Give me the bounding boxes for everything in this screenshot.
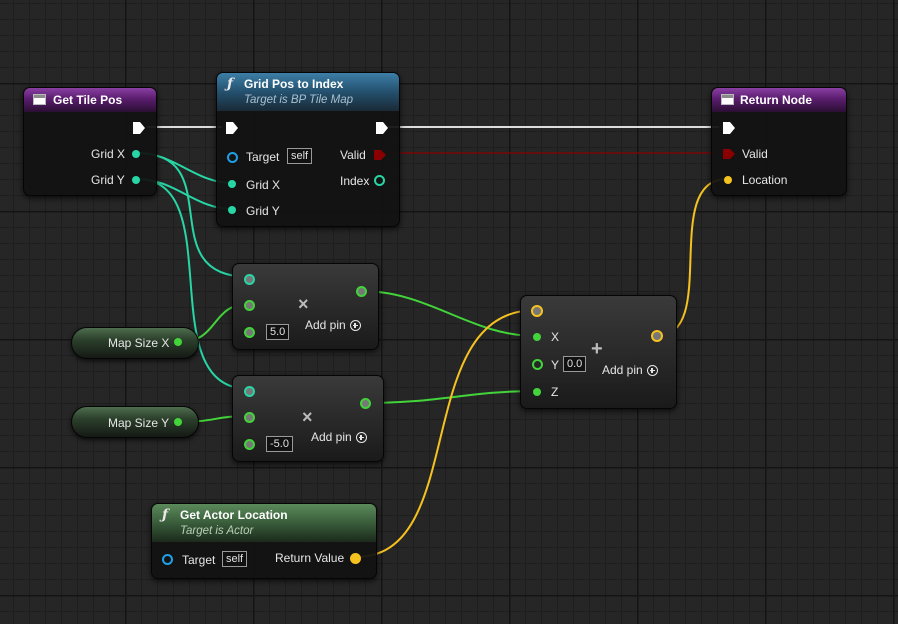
make-vector-z-input-pin[interactable] bbox=[533, 388, 541, 396]
add-pin-icon bbox=[355, 432, 367, 443]
grid-pos-to-index-node[interactable]: ƒ Grid Pos to Index Target is BP Tile Ma… bbox=[216, 72, 400, 227]
index-output-label: Index bbox=[340, 174, 370, 188]
index-output-pin[interactable] bbox=[374, 175, 385, 186]
make-vector-z-label: Z bbox=[551, 385, 559, 399]
return-value-output-pin[interactable] bbox=[350, 553, 361, 564]
return-value-label: Return Value bbox=[275, 551, 345, 565]
multiply-1-input-a-pin[interactable] bbox=[244, 274, 255, 285]
target-input-pin[interactable] bbox=[162, 554, 173, 565]
map-size-x-label: Map Size X bbox=[108, 336, 170, 350]
exec-out-pin-icon[interactable] bbox=[132, 121, 146, 135]
location-input-pin[interactable] bbox=[724, 176, 732, 184]
multiply-1-input-b-pin[interactable] bbox=[244, 300, 255, 311]
valid-input-label: Valid bbox=[742, 147, 768, 161]
function-return-icon bbox=[721, 94, 734, 105]
return-node-header[interactable]: Return Node bbox=[712, 88, 846, 112]
map-size-y-label: Map Size Y bbox=[108, 416, 170, 430]
grid-pos-to-index-header[interactable]: ƒ Grid Pos to Index Target is BP Tile Ma… bbox=[217, 73, 399, 111]
function-icon: ƒ bbox=[227, 76, 234, 92]
make-vector-x-label: X bbox=[551, 330, 560, 344]
map-size-x-node[interactable]: Map Size X bbox=[71, 327, 199, 359]
make-vector-y-default-box[interactable]: 0.0 bbox=[563, 356, 587, 372]
target-input-pin[interactable] bbox=[227, 152, 238, 163]
exec-out-pin-icon[interactable] bbox=[375, 121, 389, 135]
add-pin-icon bbox=[349, 320, 361, 331]
get-actor-location-node[interactable]: ƒ Get Actor Location Target is Actor Tar… bbox=[151, 503, 377, 579]
multiply-1-add-pin[interactable]: Add pin bbox=[305, 318, 361, 332]
make-vector-y-input-pin[interactable] bbox=[532, 359, 543, 370]
add-icon: + bbox=[591, 338, 603, 360]
multiply-2-output-pin[interactable] bbox=[360, 398, 371, 409]
add-pin-label: Add pin bbox=[305, 318, 346, 332]
multiply-icon: × bbox=[302, 407, 313, 427]
add-pin-label: Add pin bbox=[311, 430, 352, 444]
multiply-1-input-c-pin[interactable] bbox=[244, 327, 255, 338]
make-vector-input-vector-pin[interactable] bbox=[531, 305, 543, 317]
target-input-label: Target bbox=[182, 553, 216, 567]
add-pin-label: Add pin bbox=[602, 363, 643, 377]
multiply-2-input-c-pin[interactable] bbox=[244, 439, 255, 450]
get-tile-pos-header[interactable]: Get Tile Pos bbox=[24, 88, 156, 112]
multiply-2-default-box[interactable]: -5.0 bbox=[266, 436, 293, 452]
grid-x-output-pin[interactable] bbox=[132, 150, 140, 158]
valid-output-label: Valid bbox=[340, 148, 366, 162]
make-vector-output-pin[interactable] bbox=[651, 330, 663, 342]
make-vector-add-pin[interactable]: Add pin bbox=[602, 363, 658, 377]
get-actor-location-header[interactable]: ƒ Get Actor Location Target is Actor bbox=[152, 504, 376, 542]
valid-input-pin[interactable] bbox=[722, 148, 736, 160]
grid-y-output-label: Grid Y bbox=[91, 173, 125, 187]
function-entry-icon bbox=[33, 94, 46, 105]
grid-y-output-pin[interactable] bbox=[132, 176, 140, 184]
location-input-label: Location bbox=[742, 173, 788, 187]
map-size-x-output-pin[interactable] bbox=[174, 338, 182, 346]
grid-pos-to-index-title: Grid Pos to Index bbox=[244, 77, 344, 91]
exec-in-pin-icon[interactable] bbox=[722, 121, 736, 135]
get-actor-location-subtitle: Target is Actor bbox=[180, 525, 254, 537]
get-actor-location-title: Get Actor Location bbox=[180, 508, 288, 522]
exec-in-pin-icon[interactable] bbox=[225, 121, 239, 135]
grid-y-input-pin[interactable] bbox=[228, 206, 236, 214]
valid-output-pin[interactable] bbox=[373, 149, 387, 161]
target-self-box[interactable]: self bbox=[287, 148, 313, 164]
multiply-2-input-a-pin[interactable] bbox=[244, 386, 255, 397]
multiply-2-input-b-pin[interactable] bbox=[244, 412, 255, 423]
target-input-label: Target bbox=[246, 150, 280, 164]
multiply-1-default-box[interactable]: 5.0 bbox=[266, 324, 290, 340]
map-size-y-output-pin[interactable] bbox=[174, 418, 182, 426]
grid-x-input-label: Grid X bbox=[246, 178, 281, 192]
return-node[interactable]: Return Node Valid Location bbox=[711, 87, 847, 196]
multiply-1-output-pin[interactable] bbox=[356, 286, 367, 297]
float-wire-mult2-z bbox=[365, 390, 537, 404]
return-node-title: Return Node bbox=[740, 93, 812, 107]
add-pin-icon bbox=[646, 365, 658, 376]
target-self-box[interactable]: self bbox=[222, 551, 248, 567]
multiply-icon: × bbox=[298, 294, 309, 314]
map-size-y-node[interactable]: Map Size Y bbox=[71, 406, 199, 438]
make-vector-y-label: Y bbox=[551, 358, 560, 372]
grid-x-output-label: Grid X bbox=[91, 147, 126, 161]
multiply-node-1[interactable]: 5.0 × Add pin bbox=[232, 263, 379, 350]
make-vector-x-input-pin[interactable] bbox=[533, 333, 541, 341]
grid-pos-to-index-subtitle: Target is BP Tile Map bbox=[244, 94, 353, 106]
grid-x-input-pin[interactable] bbox=[228, 180, 236, 188]
multiply-node-2[interactable]: -5.0 × Add pin bbox=[232, 375, 384, 462]
multiply-2-add-pin[interactable]: Add pin bbox=[311, 430, 367, 444]
get-tile-pos-title: Get Tile Pos bbox=[53, 93, 123, 107]
float-wire-mult1-x bbox=[360, 290, 537, 337]
get-tile-pos-node[interactable]: Get Tile Pos Grid X Grid Y bbox=[23, 87, 157, 196]
grid-y-input-label: Grid Y bbox=[246, 204, 280, 218]
function-icon: ƒ bbox=[162, 507, 169, 523]
make-vector-node[interactable]: X Y 0.0 Z + Add pin bbox=[520, 295, 677, 409]
